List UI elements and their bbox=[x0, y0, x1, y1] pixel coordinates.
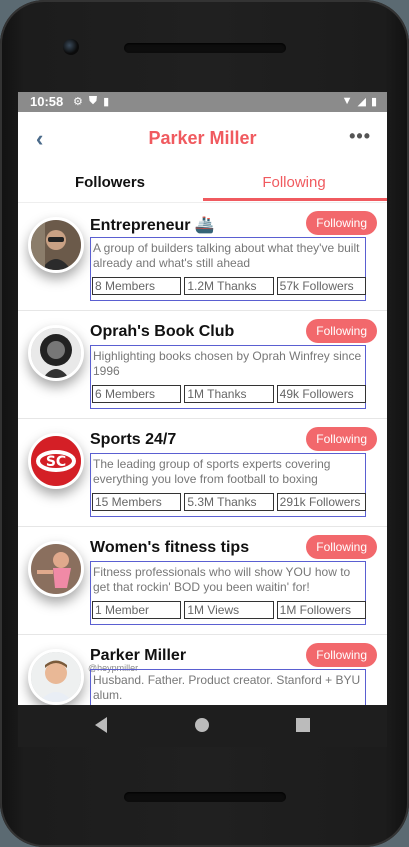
profile-details: Husband. Father. Product creator. Stanfo… bbox=[90, 669, 366, 705]
avatar bbox=[28, 217, 84, 273]
followers-count: 49k Followers bbox=[276, 385, 366, 403]
group-description: Fitness professionals who will show YOU … bbox=[93, 565, 351, 594]
list-item[interactable]: SC Sports 24/7 Following The leading gro… bbox=[18, 419, 387, 527]
members-count: 1 Member bbox=[92, 601, 182, 619]
svg-text:SC: SC bbox=[46, 454, 66, 470]
following-button[interactable]: Following bbox=[306, 427, 377, 451]
views-count: 1M Views bbox=[184, 601, 274, 619]
system-nav-bar bbox=[18, 705, 387, 747]
avatar bbox=[28, 325, 84, 381]
shield-icon: ⛊ bbox=[88, 95, 98, 107]
nav-recents-icon[interactable] bbox=[296, 718, 310, 732]
list-item[interactable]: Entrepreneur 🚢 Following A group of buil… bbox=[18, 203, 387, 311]
thanks-count: 1.2M Thanks bbox=[184, 277, 274, 295]
signal-icon: ◢ bbox=[357, 96, 366, 108]
sd-card-icon: ▮ bbox=[103, 96, 110, 108]
tab-bar: Followers Following bbox=[18, 164, 387, 203]
group-description: A group of builders talking about what t… bbox=[93, 241, 360, 270]
status-bar: 10:58 ⚙ ⛊ ▮ ▼ ◢ ▮ bbox=[18, 92, 387, 112]
followers-count: 291k Followers bbox=[276, 493, 366, 511]
group-details: A group of builders talking about what t… bbox=[90, 237, 366, 301]
following-button[interactable]: Following bbox=[306, 643, 377, 667]
page-title: Parker Miller bbox=[148, 128, 257, 148]
nav-home-icon[interactable] bbox=[195, 718, 209, 732]
following-list: Entrepreneur 🚢 Following A group of buil… bbox=[18, 203, 387, 705]
thanks-count: 5.3M Thanks bbox=[184, 493, 274, 511]
bottom-speaker bbox=[124, 792, 286, 802]
status-time: 10:58 bbox=[30, 94, 64, 109]
members-count: 8 Members bbox=[92, 277, 182, 295]
group-stats: 8 Members 1.2M Thanks 57k Followers bbox=[92, 277, 366, 295]
group-details: Fitness professionals who will show YOU … bbox=[90, 561, 366, 625]
group-description: Highlighting books chosen by Oprah Winfr… bbox=[93, 349, 362, 378]
group-description: The leading group of sports experts cove… bbox=[93, 457, 331, 486]
list-item[interactable]: Parker Miller @heypmiller Following Husb… bbox=[18, 635, 387, 705]
battery-icon: ▮ bbox=[370, 96, 377, 108]
avatar: SC bbox=[28, 433, 84, 489]
group-stats: 15 Members 5.3M Thanks 291k Followers bbox=[92, 493, 366, 511]
more-options-icon[interactable]: ••• bbox=[349, 126, 371, 147]
avatar bbox=[28, 649, 84, 705]
nav-back-icon[interactable] bbox=[95, 717, 107, 733]
app-header: ‹ Parker Miller ••• bbox=[18, 112, 387, 164]
active-tab-indicator bbox=[203, 198, 387, 201]
followers-count: 1M Followers bbox=[276, 601, 366, 619]
group-name: Sports 24/7 bbox=[90, 431, 177, 448]
thanks-count: 1M Thanks bbox=[184, 385, 274, 403]
avatar bbox=[28, 541, 84, 597]
following-button[interactable]: Following bbox=[306, 535, 377, 559]
followers-count: 57k Followers bbox=[276, 277, 366, 295]
top-speaker bbox=[124, 43, 286, 53]
tab-followers[interactable]: Followers bbox=[18, 174, 202, 191]
group-name: Women's fitness tips bbox=[90, 539, 250, 556]
group-name: Oprah's Book Club bbox=[90, 323, 235, 340]
tab-following[interactable]: Following bbox=[202, 174, 386, 191]
group-details: The leading group of sports experts cove… bbox=[90, 453, 366, 517]
wifi-icon: ▼ bbox=[341, 95, 353, 107]
group-name: Entrepreneur 🚢 bbox=[90, 217, 215, 234]
group-stats: 1 Member 1M Views 1M Followers bbox=[92, 601, 366, 619]
app-screen: 10:58 ⚙ ⛊ ▮ ▼ ◢ ▮ ‹ Parker Miller ••• Fo… bbox=[18, 92, 387, 705]
phone-frame: 10:58 ⚙ ⛊ ▮ ▼ ◢ ▮ ‹ Parker Miller ••• Fo… bbox=[0, 0, 409, 847]
group-stats: 6 Members 1M Thanks 49k Followers bbox=[92, 385, 366, 403]
list-item[interactable]: Oprah's Book Club Following Highlighting… bbox=[18, 311, 387, 419]
profile-bio: Husband. Father. Product creator. Stanfo… bbox=[93, 673, 361, 702]
group-details: Highlighting books chosen by Oprah Winfr… bbox=[90, 345, 366, 409]
members-count: 15 Members bbox=[92, 493, 182, 511]
list-item[interactable]: Women's fitness tips Following Fitness p… bbox=[18, 527, 387, 635]
front-camera bbox=[63, 39, 79, 55]
settings-icon: ⚙ bbox=[73, 96, 83, 108]
following-button[interactable]: Following bbox=[306, 211, 377, 235]
following-button[interactable]: Following bbox=[306, 319, 377, 343]
members-count: 6 Members bbox=[92, 385, 182, 403]
